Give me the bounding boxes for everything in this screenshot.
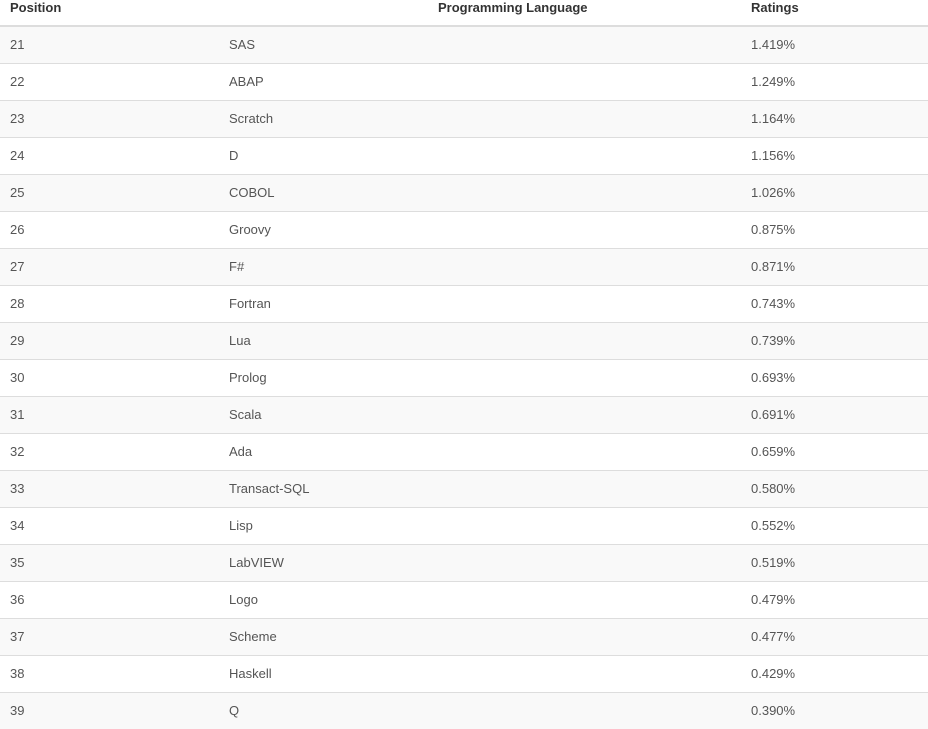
cell-programming-language: Lua bbox=[219, 323, 740, 360]
cell-rating: 0.739% bbox=[740, 323, 928, 360]
cell-rating: 0.519% bbox=[740, 545, 928, 582]
cell-position: 32 bbox=[0, 434, 219, 471]
cell-rating: 1.249% bbox=[740, 64, 928, 101]
cell-position: 36 bbox=[0, 582, 219, 619]
cell-rating: 0.743% bbox=[740, 286, 928, 323]
cell-programming-language: Transact-SQL bbox=[219, 471, 740, 508]
cell-programming-language: Scheme bbox=[219, 619, 740, 656]
table-row[interactable]: 31Scala0.691% bbox=[0, 397, 928, 434]
cell-rating: 0.429% bbox=[740, 656, 928, 693]
cell-rating: 0.479% bbox=[740, 582, 928, 619]
cell-position: 28 bbox=[0, 286, 219, 323]
cell-position: 21 bbox=[0, 26, 219, 64]
cell-programming-language: Scala bbox=[219, 397, 740, 434]
table-body: 21SAS1.419%22ABAP1.249%23Scratch1.164%24… bbox=[0, 26, 928, 729]
cell-rating: 0.871% bbox=[740, 249, 928, 286]
cell-rating: 1.164% bbox=[740, 101, 928, 138]
cell-position: 37 bbox=[0, 619, 219, 656]
cell-programming-language: Logo bbox=[219, 582, 740, 619]
cell-position: 29 bbox=[0, 323, 219, 360]
cell-rating: 0.390% bbox=[740, 693, 928, 729]
programming-language-ratings-table: Position Programming Language Ratings 21… bbox=[0, 0, 928, 729]
cell-position: 24 bbox=[0, 138, 219, 175]
cell-rating: 0.552% bbox=[740, 508, 928, 545]
cell-programming-language: LabVIEW bbox=[219, 545, 740, 582]
cell-position: 23 bbox=[0, 101, 219, 138]
cell-programming-language: F# bbox=[219, 249, 740, 286]
cell-rating: 1.156% bbox=[740, 138, 928, 175]
cell-rating: 0.693% bbox=[740, 360, 928, 397]
cell-rating: 0.659% bbox=[740, 434, 928, 471]
cell-rating: 1.026% bbox=[740, 175, 928, 212]
cell-position: 31 bbox=[0, 397, 219, 434]
table-row[interactable]: 29Lua0.739% bbox=[0, 323, 928, 360]
table-row[interactable]: 28Fortran0.743% bbox=[0, 286, 928, 323]
table-row[interactable]: 33Transact-SQL0.580% bbox=[0, 471, 928, 508]
table-row[interactable]: 32Ada0.659% bbox=[0, 434, 928, 471]
cell-rating: 1.419% bbox=[740, 26, 928, 64]
cell-programming-language: Groovy bbox=[219, 212, 740, 249]
column-header-ratings[interactable]: Ratings bbox=[740, 0, 928, 26]
cell-position: 39 bbox=[0, 693, 219, 729]
cell-rating: 0.580% bbox=[740, 471, 928, 508]
cell-position: 22 bbox=[0, 64, 219, 101]
cell-programming-language: COBOL bbox=[219, 175, 740, 212]
column-header-position[interactable]: Position bbox=[0, 0, 219, 26]
table-row[interactable]: 24D1.156% bbox=[0, 138, 928, 175]
cell-rating: 0.875% bbox=[740, 212, 928, 249]
cell-programming-language: Ada bbox=[219, 434, 740, 471]
table-row[interactable]: 21SAS1.419% bbox=[0, 26, 928, 64]
cell-programming-language: SAS bbox=[219, 26, 740, 64]
cell-programming-language: D bbox=[219, 138, 740, 175]
table-row[interactable]: 27F#0.871% bbox=[0, 249, 928, 286]
table-row[interactable]: 34Lisp0.552% bbox=[0, 508, 928, 545]
cell-position: 30 bbox=[0, 360, 219, 397]
cell-programming-language: Fortran bbox=[219, 286, 740, 323]
cell-programming-language: Scratch bbox=[219, 101, 740, 138]
cell-position: 27 bbox=[0, 249, 219, 286]
cell-position: 34 bbox=[0, 508, 219, 545]
cell-position: 33 bbox=[0, 471, 219, 508]
table-row[interactable]: 35LabVIEW0.519% bbox=[0, 545, 928, 582]
table-row[interactable]: 23Scratch1.164% bbox=[0, 101, 928, 138]
cell-programming-language: ABAP bbox=[219, 64, 740, 101]
table-row[interactable]: 38Haskell0.429% bbox=[0, 656, 928, 693]
cell-programming-language: Prolog bbox=[219, 360, 740, 397]
table-row[interactable]: 25COBOL1.026% bbox=[0, 175, 928, 212]
cell-position: 26 bbox=[0, 212, 219, 249]
cell-rating: 0.477% bbox=[740, 619, 928, 656]
cell-rating: 0.691% bbox=[740, 397, 928, 434]
cell-programming-language: Q bbox=[219, 693, 740, 729]
table-row[interactable]: 22ABAP1.249% bbox=[0, 64, 928, 101]
table-header-row: Position Programming Language Ratings bbox=[0, 0, 928, 26]
table-row[interactable]: 39Q0.390% bbox=[0, 693, 928, 729]
table-row[interactable]: 37Scheme0.477% bbox=[0, 619, 928, 656]
cell-programming-language: Lisp bbox=[219, 508, 740, 545]
table-row[interactable]: 30Prolog0.693% bbox=[0, 360, 928, 397]
cell-position: 38 bbox=[0, 656, 219, 693]
cell-position: 25 bbox=[0, 175, 219, 212]
table-row[interactable]: 26Groovy0.875% bbox=[0, 212, 928, 249]
cell-programming-language: Haskell bbox=[219, 656, 740, 693]
table-row[interactable]: 36Logo0.479% bbox=[0, 582, 928, 619]
table-header: Position Programming Language Ratings bbox=[0, 0, 928, 26]
column-header-programming-language[interactable]: Programming Language bbox=[219, 0, 740, 26]
cell-position: 35 bbox=[0, 545, 219, 582]
